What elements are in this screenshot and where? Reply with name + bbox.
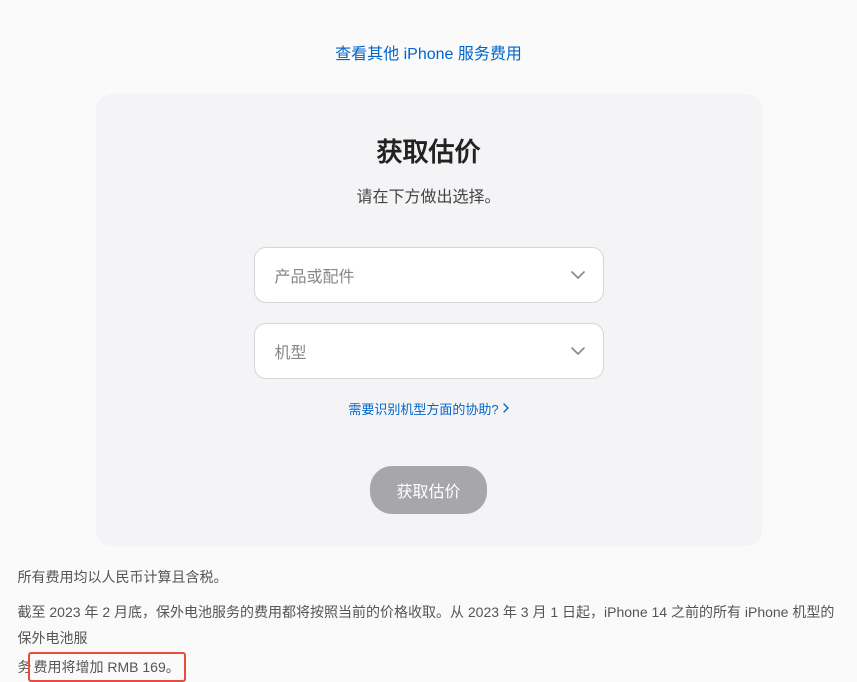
footer-line-2a: 截至 2023 年 2 月底，保外电池服务的费用都将按照当前的价格收取。从 20… <box>18 604 835 647</box>
estimate-card: 获取估价 请在下方做出选择。 产品或配件 机型 需要识别机型方面的协助? 获取估… <box>96 94 762 546</box>
price-increase-highlight: 费用将增加 RMB 169。 <box>28 652 186 682</box>
footer-notes: 所有费用均以人民币计算且含税。 截至 2023 年 2 月底，保外电池服务的费用… <box>14 564 844 682</box>
model-select-placeholder: 机型 <box>275 339 307 363</box>
card-subtitle: 请在下方做出选择。 <box>136 183 722 207</box>
other-service-fees-link[interactable]: 查看其他 iPhone 服务费用 <box>335 46 522 63</box>
top-link-container: 查看其他 iPhone 服务费用 <box>0 0 857 64</box>
product-select[interactable]: 产品或配件 <box>254 247 604 303</box>
chevron-right-icon <box>503 401 509 416</box>
product-select-placeholder: 产品或配件 <box>275 263 355 287</box>
button-row: 获取估价 <box>136 466 722 514</box>
model-select[interactable]: 机型 <box>254 323 604 379</box>
card-title: 获取估价 <box>136 132 722 169</box>
footer-line-1: 所有费用均以人民币计算且含税。 <box>18 564 840 591</box>
chevron-down-icon <box>571 266 585 284</box>
identify-model-help-link[interactable]: 需要识别机型方面的协助? <box>348 399 508 418</box>
get-estimate-button[interactable]: 获取估价 <box>370 466 486 514</box>
help-link-text: 需要识别机型方面的协助? <box>348 399 498 418</box>
footer-line-2: 截至 2023 年 2 月底，保外电池服务的费用都将按照当前的价格收取。从 20… <box>18 599 840 682</box>
chevron-down-icon <box>571 342 585 360</box>
